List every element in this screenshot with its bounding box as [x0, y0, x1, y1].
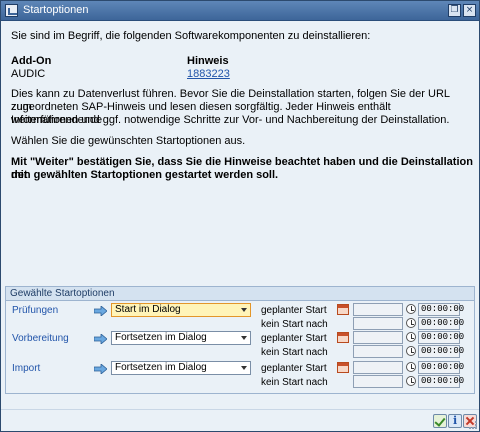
start-options-group: Gewählte Startoptionen Prüfungen Start i…	[5, 286, 475, 394]
no-start-after-label: kein Start nach	[261, 377, 328, 388]
clock-icon[interactable]	[406, 376, 416, 386]
chevron-down-icon[interactable]	[239, 333, 249, 343]
arrow-right-icon	[94, 364, 107, 374]
title-bar[interactable]: Startoptionen ❐ ×	[1, 1, 479, 21]
group-title: Gewählte Startoptionen	[6, 287, 474, 301]
pruefungen-select[interactable]: Start im Dialog	[111, 303, 251, 317]
planned-start-date[interactable]	[353, 361, 403, 374]
no-start-after-time[interactable]: 00:00:00	[418, 375, 464, 388]
continue-button[interactable]	[433, 414, 447, 428]
addon-column-header: Add-On	[11, 55, 52, 67]
clock-icon[interactable]	[406, 318, 416, 328]
calendar-icon[interactable]	[337, 362, 349, 373]
no-start-after-date[interactable]	[353, 375, 403, 388]
planned-start-time[interactable]: 00:00:00	[418, 361, 464, 374]
clock-icon[interactable]	[406, 346, 416, 356]
hint-column-header: Hinweis	[187, 55, 229, 67]
planned-start-date[interactable]	[353, 303, 403, 316]
row-label-pruefungen: Prüfungen	[12, 305, 59, 316]
row-label-vorbereitung: Vorbereitung	[12, 333, 69, 344]
clock-icon[interactable]	[406, 362, 416, 372]
import-select[interactable]: Fortsetzen im Dialog	[111, 361, 251, 375]
confirm-line-2: den gewählten Startoptionen gestartet we…	[11, 169, 279, 181]
clock-icon[interactable]	[406, 304, 416, 314]
clock-icon[interactable]	[406, 332, 416, 342]
no-start-after-label: kein Start nach	[261, 347, 328, 358]
vorbereitung-select[interactable]: Fortsetzen im Dialog	[111, 331, 251, 345]
import-select-value: Fortsetzen im Dialog	[115, 362, 207, 373]
intro-text: Sie sind im Begriff, die folgenden Softw…	[11, 30, 371, 42]
close-button[interactable]: ×	[463, 4, 476, 17]
planned-start-time[interactable]: 00:00:00	[418, 303, 464, 316]
planned-start-date[interactable]	[353, 331, 403, 344]
no-start-after-time[interactable]: 00:00:00	[418, 345, 464, 358]
no-start-after-date[interactable]	[353, 345, 403, 358]
pruefungen-select-value: Start im Dialog	[115, 304, 181, 315]
warning-line-3: Informationen und ggf. notwendige Schrit…	[11, 114, 450, 126]
startoptionen-dialog: Startoptionen ❐ × Sie sind im Begriff, d…	[0, 0, 480, 432]
row-label-import: Import	[12, 363, 41, 374]
hint-link[interactable]: 1883223	[187, 68, 230, 80]
no-start-after-date[interactable]	[353, 317, 403, 330]
no-start-after-label: kein Start nach	[261, 319, 328, 330]
calendar-icon[interactable]	[337, 332, 349, 343]
resize-grip-icon[interactable]	[469, 421, 477, 429]
arrow-right-icon	[94, 306, 107, 316]
vorbereitung-select-value: Fortsetzen im Dialog	[115, 332, 207, 343]
planned-start-time[interactable]: 00:00:00	[418, 331, 464, 344]
planned-start-label: geplanter Start	[261, 305, 327, 316]
window-title: Startoptionen	[23, 4, 89, 16]
info-button[interactable]	[448, 414, 462, 428]
chevron-down-icon[interactable]	[239, 305, 249, 315]
addon-value: AUDIC	[11, 68, 46, 80]
calendar-icon[interactable]	[337, 304, 349, 315]
arrow-right-icon	[94, 334, 107, 344]
footer-divider	[1, 409, 479, 410]
restore-button[interactable]: ❐	[448, 4, 461, 17]
chevron-down-icon[interactable]	[239, 363, 249, 373]
dialog-icon	[5, 4, 18, 17]
no-start-after-time[interactable]: 00:00:00	[418, 317, 464, 330]
planned-start-label: geplanter Start	[261, 363, 327, 374]
planned-start-label: geplanter Start	[261, 333, 327, 344]
choose-options-text: Wählen Sie die gewünschten Startoptionen…	[11, 135, 246, 147]
